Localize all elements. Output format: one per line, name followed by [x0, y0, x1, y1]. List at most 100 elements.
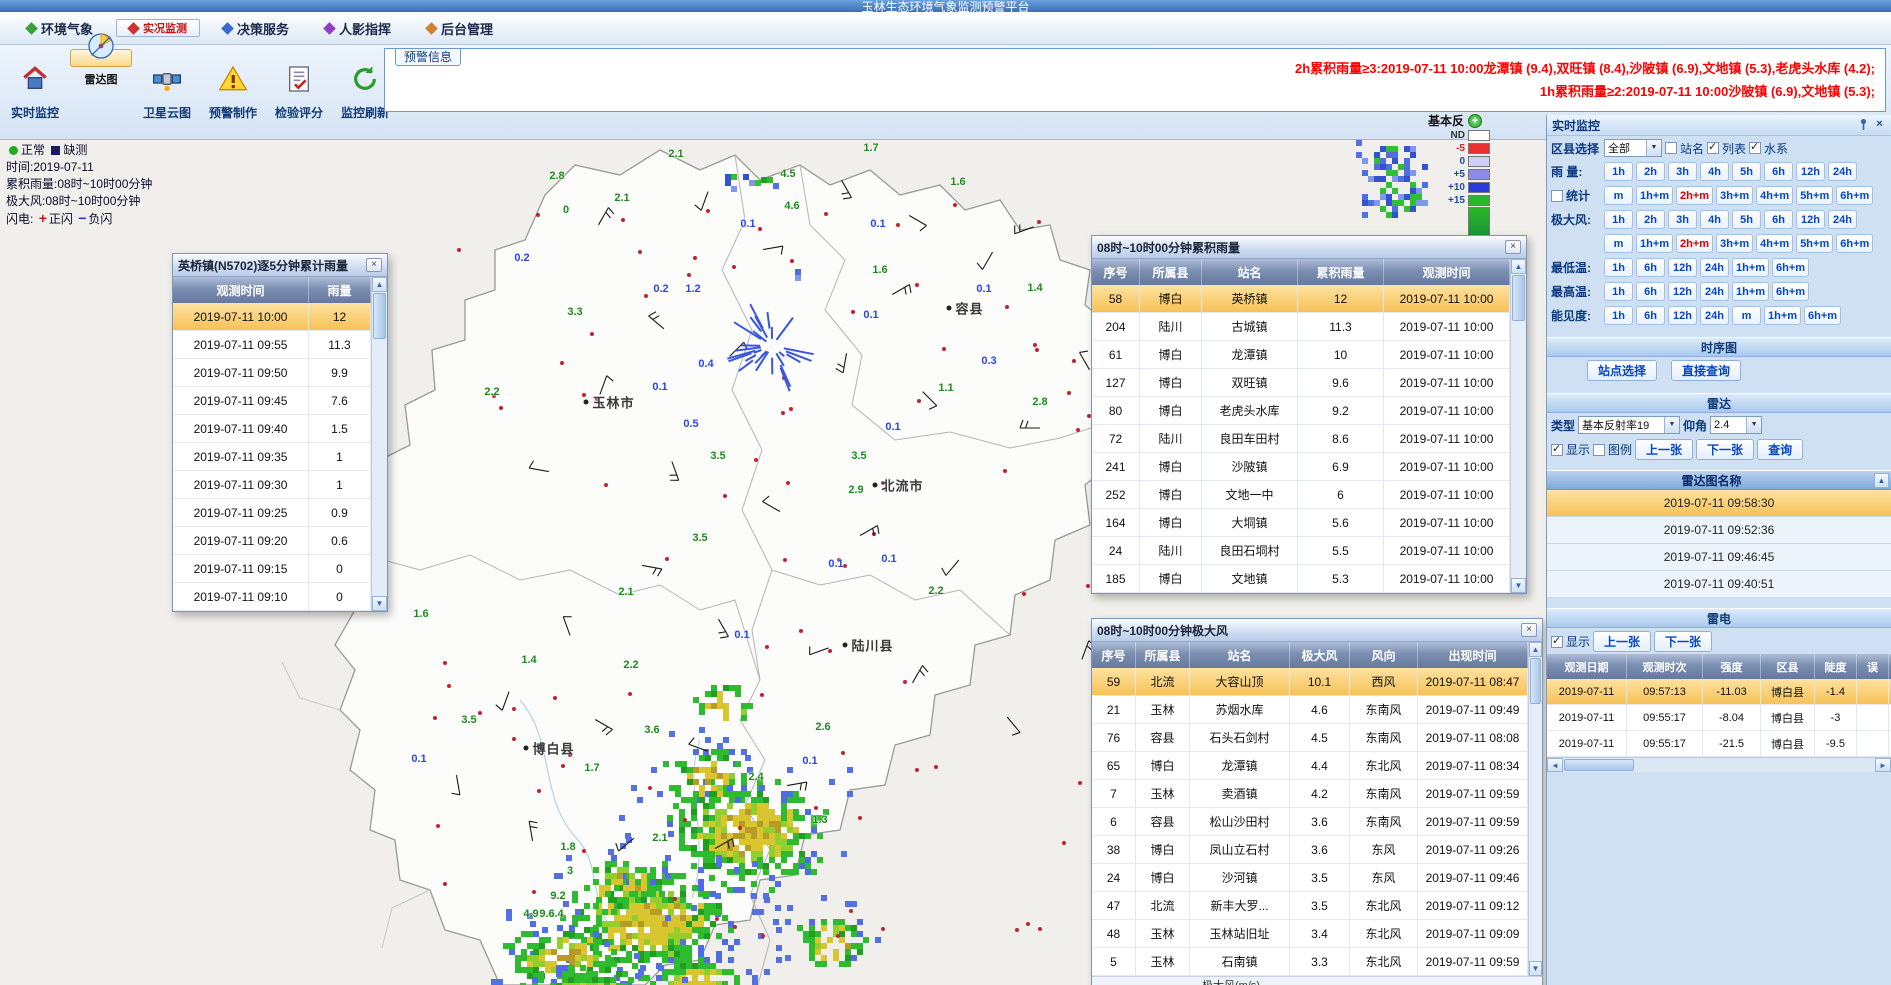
district-select[interactable]: 全部▼ — [1604, 139, 1662, 157]
scroll-up-icon[interactable]: ▲ — [372, 277, 387, 292]
table-row[interactable]: 76容县石头石剑村4.5东南风2019-07-11 08:08 — [1092, 724, 1528, 752]
range-button-1h+m[interactable]: 1h+m — [1732, 282, 1769, 301]
radar-prev-button[interactable]: 上一张 — [1635, 439, 1693, 460]
menu-item-2[interactable]: 决策服务 — [210, 15, 302, 42]
range-button-4h+m[interactable]: 4h+m — [1756, 186, 1793, 205]
range-button-24h[interactable]: 24h — [1700, 258, 1729, 277]
radar-query-button[interactable]: 查询 — [1757, 439, 1803, 460]
lightning-prev-button[interactable]: 上一张 — [1593, 631, 1651, 652]
scroll-down-icon[interactable]: ▼ — [1511, 578, 1526, 593]
range-button-1h[interactable]: 1h — [1604, 258, 1633, 277]
radar-image-item-0[interactable]: 2019-07-11 09:58:30 — [1547, 490, 1891, 517]
range-button-6h[interactable]: 6h — [1764, 162, 1793, 181]
range-button-2h[interactable]: 2h — [1636, 210, 1665, 229]
range-button-1h+m[interactable]: 1h+m — [1636, 234, 1673, 253]
scroll-down-icon[interactable]: ▼ — [1529, 961, 1542, 976]
range-button-1h[interactable]: 1h — [1604, 306, 1633, 325]
layer-checkbox-2[interactable]: 水系 — [1749, 140, 1788, 157]
table-row[interactable]: 2019-07-11 09:5511.3 — [173, 331, 371, 359]
table-row[interactable]: 2019-07-11 09:301 — [173, 471, 371, 499]
table-row[interactable]: 80博白老虎头水库9.22019-07-11 10:00 — [1092, 397, 1510, 425]
table-row[interactable]: 2019-07-11 09:150 — [173, 555, 371, 583]
range-button-12h[interactable]: 12h — [1796, 210, 1825, 229]
range-button-6h+m[interactable]: 6h+m — [1836, 234, 1873, 253]
table-row[interactable]: 252博白文地一中62019-07-11 10:00 — [1092, 481, 1510, 509]
range-button-1h[interactable]: 1h — [1604, 282, 1633, 301]
scroll-left-icon[interactable]: ◄ — [1547, 758, 1563, 772]
table-row[interactable]: 6容县松山沙田村3.6东南风2019-07-11 09:59 — [1092, 808, 1528, 836]
range-button-m[interactable]: m — [1604, 234, 1633, 253]
range-button-3h+m[interactable]: 3h+m — [1716, 186, 1753, 205]
range-button-6h[interactable]: 6h — [1636, 258, 1665, 277]
range-button-6h+m[interactable]: 6h+m — [1772, 258, 1809, 277]
scroll-up-icon[interactable]: ▲ — [1511, 259, 1526, 274]
toolbar-button-3[interactable]: 预警制作 — [202, 49, 264, 135]
table-row[interactable]: 2019-07-11 09:200.6 — [173, 527, 371, 555]
timeseries-button-1[interactable]: 直接查询 — [1671, 360, 1741, 381]
table-row[interactable]: 21玉林苏烟水库4.6东南风2019-07-11 09:49 — [1092, 696, 1528, 724]
station-rain-scrollbar[interactable]: ▲ ▼ — [371, 277, 387, 611]
scroll-thumb[interactable] — [1512, 275, 1525, 321]
range-button-5h[interactable]: 5h — [1732, 210, 1761, 229]
range-button-6h[interactable]: 6h — [1764, 210, 1793, 229]
layer-checkbox-1[interactable]: 列表 — [1707, 140, 1746, 157]
range-button-12h[interactable]: 12h — [1668, 258, 1697, 277]
stats-checkbox[interactable]: 统计 — [1551, 187, 1601, 204]
range-button-5h[interactable]: 5h — [1732, 162, 1761, 181]
scroll-down-icon[interactable]: ▼ — [372, 596, 387, 611]
range-button-3h+m[interactable]: 3h+m — [1716, 234, 1753, 253]
range-button-1h[interactable]: 1h — [1604, 210, 1633, 229]
table-row[interactable]: 2019-07-1109:55:17-21.5博白县-9.5 — [1547, 731, 1891, 757]
range-button-2h+m[interactable]: 2h+m — [1676, 234, 1713, 253]
scroll-thumb[interactable] — [1530, 658, 1541, 704]
scroll-up-icon[interactable]: ▲ — [1529, 642, 1542, 657]
lightning-hscrollbar[interactable]: ◄ ► — [1547, 757, 1891, 772]
table-row[interactable]: 2019-07-1109:57:13-11.03博白县-1.4 — [1547, 679, 1891, 705]
radar-image-item-1[interactable]: 2019-07-11 09:52:36 — [1547, 517, 1891, 544]
timeseries-button-0[interactable]: 站点选择 — [1587, 360, 1657, 381]
table-row[interactable]: 72陆川良田车田村8.62019-07-11 10:00 — [1092, 425, 1510, 453]
rain-list-window-titlebar[interactable]: 08时~10时00分钟累积雨量 × — [1092, 236, 1526, 259]
radar-show-checkbox[interactable]: 显示 — [1551, 441, 1590, 458]
toolbar-button-1[interactable]: 雷达图 — [70, 49, 132, 67]
table-row[interactable]: 164博白大垌镇5.62019-07-11 10:00 — [1092, 509, 1510, 537]
radar-next-button[interactable]: 下一张 — [1696, 439, 1754, 460]
table-row[interactable]: 185博白文地镇5.32019-07-11 10:00 — [1092, 565, 1510, 593]
table-row[interactable]: 59北流大容山顶10.1西风2019-07-11 08:47 — [1092, 668, 1528, 696]
table-row[interactable]: 241博白沙陂镇6.92019-07-11 10:00 — [1092, 453, 1510, 481]
menu-item-3[interactable]: 人影指挥 — [312, 15, 404, 42]
wind-list-window-titlebar[interactable]: 08时~10时00分钟极大风 × — [1092, 619, 1542, 642]
close-icon[interactable]: × — [1505, 240, 1521, 254]
table-row[interactable]: 61博白龙潭镇102019-07-11 10:00 — [1092, 341, 1510, 369]
range-button-6h+m[interactable]: 6h+m — [1836, 186, 1873, 205]
table-row[interactable]: 2019-07-11 10:0012 — [173, 303, 371, 331]
range-button-12h[interactable]: 12h — [1668, 282, 1697, 301]
menu-item-4[interactable]: 后台管理 — [414, 15, 506, 42]
range-button-5h+m[interactable]: 5h+m — [1796, 234, 1833, 253]
rain-list-scrollbar[interactable]: ▲ ▼ — [1510, 259, 1526, 593]
close-icon[interactable]: × — [366, 258, 382, 272]
range-button-4h+m[interactable]: 4h+m — [1756, 234, 1793, 253]
table-row[interactable]: 24博白沙河镇3.5东风2019-07-11 09:46 — [1092, 864, 1528, 892]
table-row[interactable]: 38博白凤山立石村3.6东风2019-07-11 09:26 — [1092, 836, 1528, 864]
scroll-thumb[interactable] — [1564, 759, 1634, 771]
range-button-6h+m[interactable]: 6h+m — [1772, 282, 1809, 301]
range-button-5h+m[interactable]: 5h+m — [1796, 186, 1833, 205]
range-button-3h[interactable]: 3h — [1668, 210, 1697, 229]
close-icon[interactable]: × — [1521, 623, 1537, 637]
range-button-24h[interactable]: 24h — [1828, 210, 1857, 229]
wind-list-scrollbar[interactable]: ▲ ▼ — [1528, 642, 1542, 976]
lightning-next-button[interactable]: 下一张 — [1654, 631, 1712, 652]
table-row[interactable]: 47北流新丰大罗...3.5东北风2019-07-11 09:12 — [1092, 892, 1528, 920]
toolbar-button-0[interactable]: 实时监控 — [4, 49, 66, 135]
radar-type-select[interactable]: 基本反射率19▼ — [1578, 416, 1680, 434]
range-button-1h+m[interactable]: 1h+m — [1732, 258, 1769, 277]
table-row[interactable]: 2019-07-11 09:100 — [173, 583, 371, 611]
range-button-1h[interactable]: 1h — [1604, 162, 1633, 181]
range-button-6h[interactable]: 6h — [1636, 282, 1665, 301]
toolbar-button-4[interactable]: 检验评分 — [268, 49, 330, 135]
table-row[interactable]: 2019-07-1109:55:17-8.04博白县-3 — [1547, 705, 1891, 731]
range-button-24h[interactable]: 24h — [1700, 282, 1729, 301]
menu-item-1[interactable]: 实况监测 — [116, 19, 200, 37]
range-button-2h+m[interactable]: 2h+m — [1676, 186, 1713, 205]
